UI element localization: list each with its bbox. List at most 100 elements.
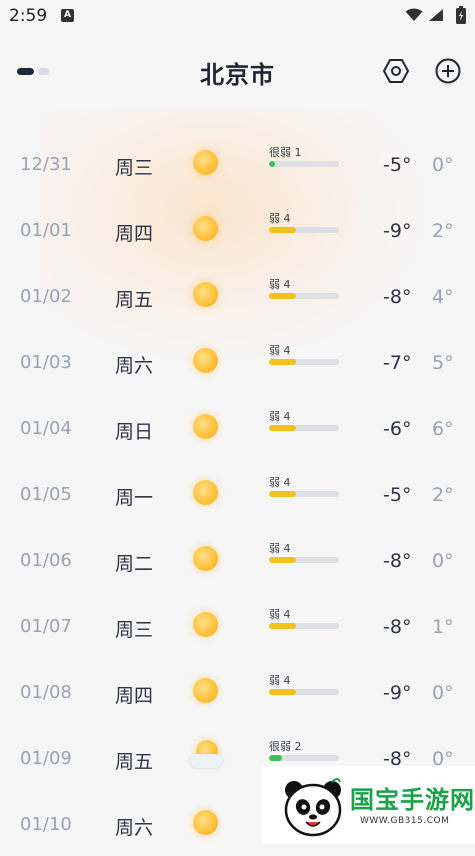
aqi-label: 很弱 2: [269, 740, 302, 753]
aqi-progress-fill: [269, 425, 296, 431]
forecast-weekday: 周二: [115, 553, 154, 575]
forecast-weekday: 周五: [115, 289, 154, 311]
forecast-row[interactable]: 01/08 周四 弱 4 -9° 0°: [0, 658, 475, 724]
aqi-label: 弱 4: [269, 608, 291, 621]
forecast-row[interactable]: 01/07 周三 弱 4 -8° 1°: [0, 592, 475, 658]
aqi-label: 弱 4: [269, 410, 291, 423]
sun-icon: [193, 150, 218, 175]
low-temp: -8°: [383, 616, 412, 638]
forecast-weekday: 周四: [115, 685, 154, 707]
low-temp: -5°: [383, 154, 412, 176]
aqi-label: 弱 4: [269, 674, 291, 687]
battery-icon: [456, 6, 466, 24]
forecast-date: 01/02: [20, 286, 72, 307]
forecast-row[interactable]: 01/03 周六 弱 4 -7° 5°: [0, 328, 475, 394]
forecast-weekday: 周四: [115, 223, 154, 245]
high-temp: 6°: [432, 418, 454, 440]
aqi-progress-fill: [269, 557, 296, 563]
high-temp: 2°: [432, 484, 454, 506]
forecast-weekday: 周六: [115, 817, 154, 839]
low-temp: -5°: [383, 484, 412, 506]
sun-icon: [193, 216, 218, 241]
low-temp: -9°: [383, 220, 412, 242]
forecast-date: 01/04: [20, 418, 72, 439]
forecast-row[interactable]: 01/04 周日 弱 4 -6° 6°: [0, 394, 475, 460]
aqi-progress-fill: [269, 293, 296, 299]
sun-icon: [193, 414, 218, 439]
status-bar: 2:59 A: [0, 0, 475, 34]
aqi-progress-bar: [269, 689, 339, 695]
forecast-weekday: 周五: [115, 751, 154, 773]
watermark: 国宝手游网 WWW.GB315.COM: [262, 766, 475, 844]
sun-icon: [193, 282, 218, 307]
high-temp: 0°: [432, 682, 454, 704]
high-temp: 5°: [432, 352, 454, 374]
low-temp: -9°: [383, 682, 412, 704]
aqi-progress-fill: [269, 359, 296, 365]
forecast-date: 01/08: [20, 682, 72, 703]
add-city-icon[interactable]: [434, 57, 462, 85]
forecast-weekday: 周一: [115, 487, 154, 509]
forecast-row[interactable]: 01/06 周二 弱 4 -8° 0°: [0, 526, 475, 592]
aqi-progress-bar: [269, 293, 339, 299]
forecast-weekday: 周日: [115, 421, 154, 443]
aqi-label: 弱 4: [269, 212, 291, 225]
aqi-progress-fill: [269, 491, 296, 497]
low-temp: -8°: [383, 550, 412, 572]
forecast-weekday: 周三: [115, 619, 154, 641]
status-time: 2:59: [9, 6, 48, 26]
aqi-progress-bar: [269, 227, 339, 233]
high-temp: 0°: [432, 550, 454, 572]
aqi-progress-fill: [269, 755, 282, 761]
aqi-progress-bar: [269, 755, 339, 761]
aqi-progress-fill: [269, 161, 275, 167]
aqi-progress-bar: [269, 623, 339, 629]
cloud-overlay: [190, 754, 222, 768]
forecast-row[interactable]: 01/01 周四 弱 4 -9° 2°: [0, 196, 475, 262]
header: 北京市: [0, 40, 475, 104]
forecast-row[interactable]: 01/02 周五 弱 4 -8° 4°: [0, 262, 475, 328]
sun-icon: [193, 546, 218, 571]
aqi-label: 弱 4: [269, 542, 291, 555]
aqi-label: 弱 4: [269, 278, 291, 291]
low-temp: -8°: [383, 286, 412, 308]
forecast-date: 01/06: [20, 550, 72, 571]
sun-icon: [193, 612, 218, 637]
forecast-weekday: 周三: [115, 157, 154, 179]
aqi-progress-bar: [269, 161, 339, 167]
aqi-progress-bar: [269, 491, 339, 497]
high-temp: 1°: [432, 616, 454, 638]
forecast-row[interactable]: 01/05 周一 弱 4 -5° 2°: [0, 460, 475, 526]
aqi-progress-bar: [269, 359, 339, 365]
forecast-date: 01/09: [20, 748, 72, 769]
sun-icon: [193, 678, 218, 703]
panda-logo-icon: [284, 778, 342, 837]
aqi-label: 很弱 1: [269, 146, 302, 159]
high-temp: 2°: [432, 220, 454, 242]
forecast-date: 12/31: [20, 154, 72, 175]
settings-hexagon-icon[interactable]: [382, 57, 410, 85]
aqi-progress-bar: [269, 425, 339, 431]
watermark-url: WWW.GB315.COM: [360, 816, 450, 826]
aqi-progress-bar: [269, 557, 339, 563]
sun-icon: [193, 480, 218, 505]
aqi-label: 弱 4: [269, 476, 291, 489]
sun-icon: [193, 810, 218, 835]
high-temp: 4°: [432, 286, 454, 308]
forecast-row[interactable]: 12/31 周三 很弱 1 -5° 0°: [0, 130, 475, 196]
low-temp: -7°: [383, 352, 412, 374]
aqi-progress-fill: [269, 227, 296, 233]
low-temp: -6°: [383, 418, 412, 440]
forecast-date: 01/03: [20, 352, 72, 373]
notification-icon: A: [61, 9, 74, 22]
aqi-progress-fill: [269, 689, 296, 695]
forecast-date: 01/01: [20, 220, 72, 241]
signal-icon: [429, 9, 443, 21]
watermark-text: 国宝手游网: [350, 786, 475, 814]
sun-icon: [193, 348, 218, 373]
forecast-date: 01/05: [20, 484, 72, 505]
forecast-date: 01/07: [20, 616, 72, 637]
forecast-date: 01/10: [20, 814, 72, 835]
aqi-progress-fill: [269, 623, 296, 629]
aqi-label: 弱 4: [269, 344, 291, 357]
